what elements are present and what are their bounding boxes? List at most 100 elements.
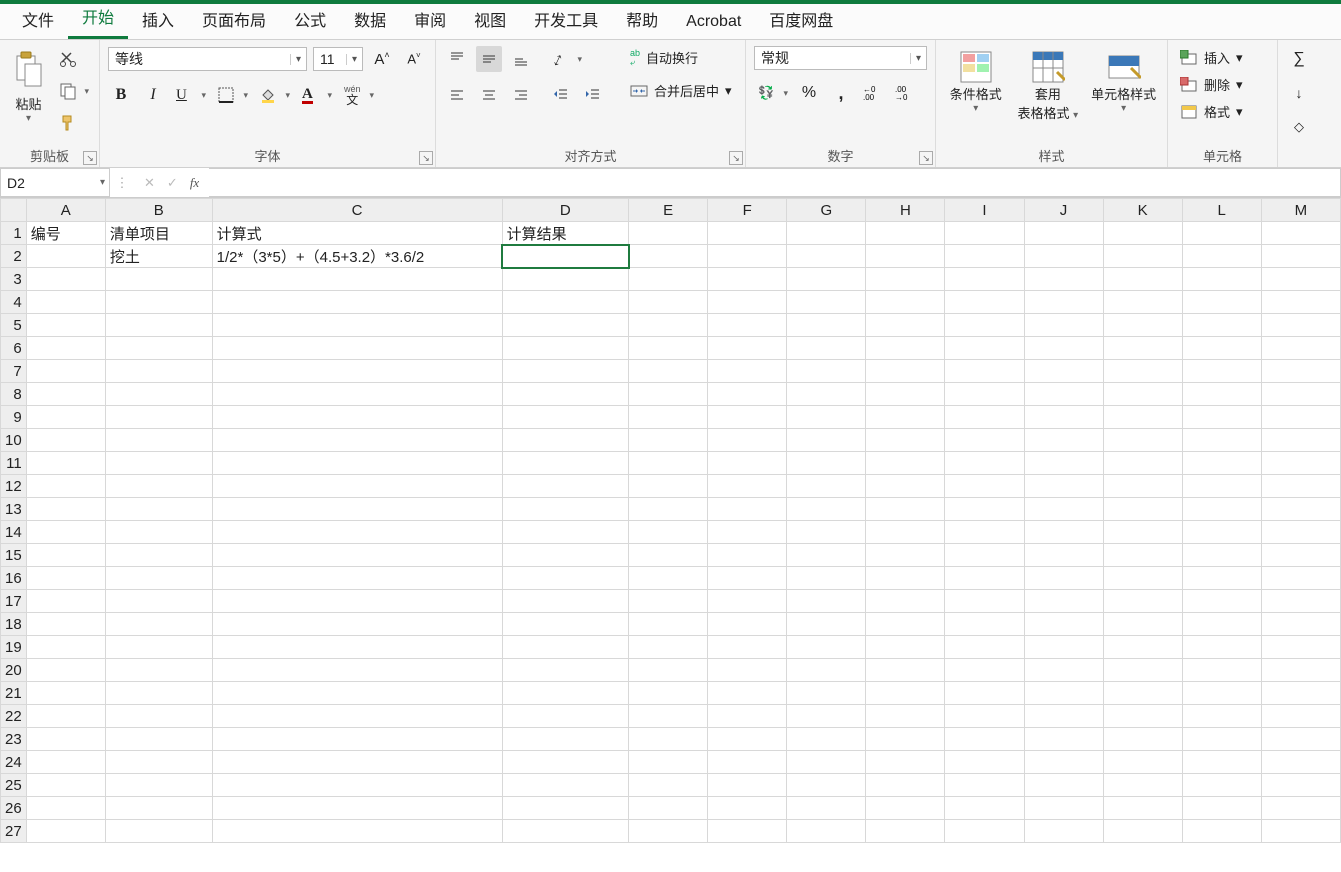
cell[interactable] (1182, 429, 1261, 452)
cell[interactable] (1103, 728, 1182, 751)
cell[interactable] (1024, 613, 1103, 636)
cell[interactable] (1024, 751, 1103, 774)
clipboard-launcher[interactable]: ↘ (83, 151, 97, 165)
row-header[interactable]: 14 (1, 521, 27, 544)
cell[interactable] (787, 360, 866, 383)
cell[interactable] (708, 452, 787, 475)
cell[interactable] (1261, 613, 1340, 636)
cell[interactable] (26, 406, 105, 429)
fill-button[interactable]: ↓ (1286, 80, 1312, 106)
cell[interactable] (212, 705, 502, 728)
chevron-down-icon[interactable]: ▾ (910, 53, 926, 64)
column-header[interactable]: C (212, 199, 502, 222)
cell[interactable] (502, 452, 628, 475)
cell[interactable] (945, 498, 1024, 521)
cell[interactable] (1024, 728, 1103, 751)
cell[interactable] (105, 360, 212, 383)
cell[interactable] (105, 682, 212, 705)
wrap-text-button[interactable]: ab⤶ 自动换行 (626, 46, 736, 69)
cell[interactable] (105, 383, 212, 406)
cell[interactable] (212, 820, 502, 843)
copy-button[interactable]: ▾ (55, 78, 91, 104)
cell[interactable] (629, 245, 708, 268)
table-format-button[interactable]: 套用 表格格式 ▾ (1013, 46, 1082, 122)
cell[interactable] (945, 613, 1024, 636)
cell[interactable] (708, 429, 787, 452)
cell[interactable] (1261, 245, 1340, 268)
cell[interactable] (1024, 429, 1103, 452)
cell[interactable] (708, 337, 787, 360)
cell[interactable] (1261, 383, 1340, 406)
cell[interactable] (105, 567, 212, 590)
cell[interactable] (26, 797, 105, 820)
cell[interactable] (708, 268, 787, 291)
cell[interactable] (1261, 567, 1340, 590)
row-header[interactable]: 10 (1, 429, 27, 452)
cell[interactable] (26, 360, 105, 383)
cell[interactable] (708, 521, 787, 544)
cell[interactable] (1261, 682, 1340, 705)
cell[interactable] (105, 429, 212, 452)
cell[interactable] (1024, 406, 1103, 429)
cell[interactable] (1182, 544, 1261, 567)
cell[interactable] (945, 636, 1024, 659)
cell[interactable] (1182, 797, 1261, 820)
underline-button[interactable]: U▾ (172, 82, 208, 108)
tab-baidu[interactable]: 百度网盘 (755, 1, 847, 39)
cell[interactable] (1024, 475, 1103, 498)
cell[interactable] (105, 613, 212, 636)
cell[interactable] (1024, 820, 1103, 843)
cell[interactable] (787, 751, 866, 774)
cell-styles-button[interactable]: 单元格样式 ▾ (1088, 46, 1159, 114)
cell[interactable] (26, 567, 105, 590)
cell[interactable] (1182, 245, 1261, 268)
cell[interactable] (787, 498, 866, 521)
cell[interactable] (502, 475, 628, 498)
cell[interactable] (502, 268, 628, 291)
cell[interactable] (708, 728, 787, 751)
column-header[interactable]: D (502, 199, 628, 222)
decrease-indent-button[interactable] (548, 82, 574, 108)
cell[interactable] (945, 544, 1024, 567)
cell[interactable] (708, 682, 787, 705)
cell[interactable] (502, 291, 628, 314)
cell[interactable] (708, 406, 787, 429)
cell[interactable] (945, 406, 1024, 429)
cell[interactable] (866, 429, 945, 452)
cell[interactable] (26, 751, 105, 774)
cell[interactable] (787, 521, 866, 544)
tab-file[interactable]: 文件 (8, 1, 68, 39)
cell[interactable] (212, 590, 502, 613)
row-header[interactable]: 17 (1, 590, 27, 613)
cell[interactable] (629, 406, 708, 429)
cell[interactable] (787, 245, 866, 268)
cell[interactable] (1024, 797, 1103, 820)
increase-font-button[interactable]: A˄ (369, 46, 395, 72)
cell[interactable] (1182, 613, 1261, 636)
cell[interactable] (1103, 314, 1182, 337)
cell[interactable] (1103, 429, 1182, 452)
italic-button[interactable]: I (140, 82, 166, 108)
cell[interactable] (1103, 383, 1182, 406)
cell[interactable] (866, 452, 945, 475)
cell[interactable] (1103, 590, 1182, 613)
cell[interactable] (1261, 452, 1340, 475)
cell[interactable] (866, 222, 945, 245)
tab-review[interactable]: 审阅 (400, 1, 460, 39)
cell[interactable] (1103, 820, 1182, 843)
cell[interactable] (708, 245, 787, 268)
cell[interactable] (105, 337, 212, 360)
cell[interactable] (629, 774, 708, 797)
cell[interactable] (945, 728, 1024, 751)
cell[interactable] (105, 452, 212, 475)
cell[interactable] (866, 291, 945, 314)
alignment-launcher[interactable]: ↘ (729, 151, 743, 165)
cell[interactable] (708, 590, 787, 613)
cell[interactable] (1261, 797, 1340, 820)
cell[interactable]: 1/2*（3*5）+（4.5+3.2）*3.6/2 (212, 245, 502, 268)
cell[interactable] (866, 567, 945, 590)
cell[interactable] (1024, 682, 1103, 705)
cell[interactable] (787, 337, 866, 360)
formula-input[interactable] (209, 168, 1341, 197)
cell[interactable] (866, 705, 945, 728)
